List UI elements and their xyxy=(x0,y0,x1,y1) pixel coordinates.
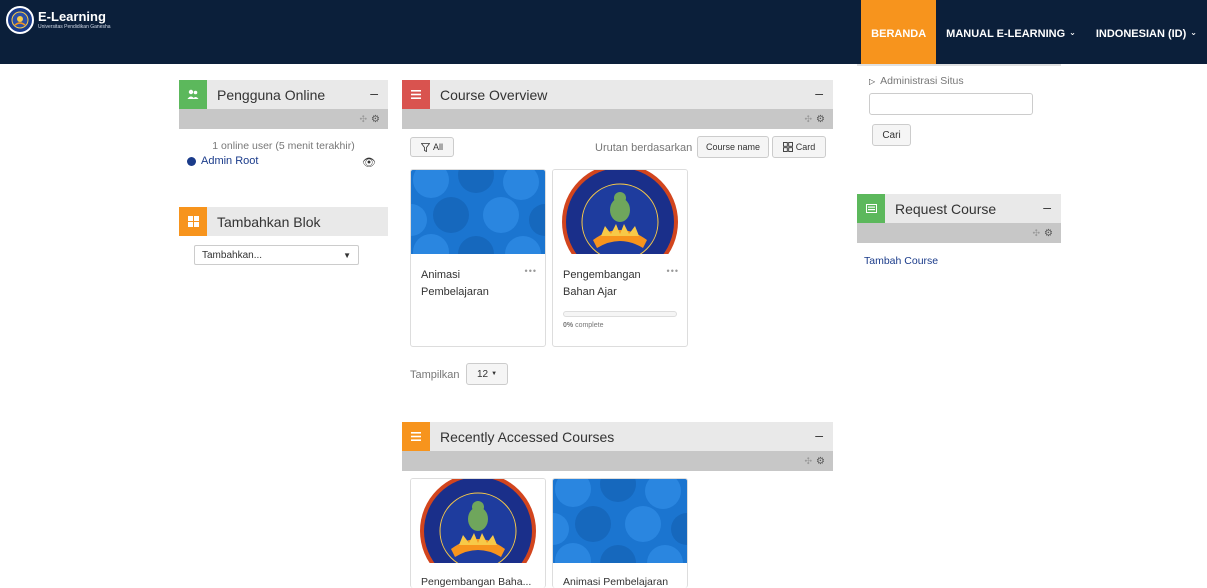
course-card[interactable]: ••• Animasi Pembelajaran xyxy=(410,169,546,347)
recent-courses-block: Recently Accessed Courses – ✣ ⚙ xyxy=(402,422,833,471)
brand[interactable]: E-Learning Universitas Pendidikan Ganesh… xyxy=(0,0,111,40)
nav-manual[interactable]: MANUAL E-LEARNING ⌄ xyxy=(936,0,1086,64)
block-controls: ✣ ⚙ xyxy=(402,109,833,129)
more-options-icon[interactable]: ••• xyxy=(667,263,679,280)
add-block-select-value: Tambahkan... xyxy=(202,249,263,261)
online-summary: 1 online user (5 menit terakhir) xyxy=(212,140,355,152)
sort-label: Urutan berdasarkan xyxy=(595,142,693,154)
chevron-down-icon: ⌄ xyxy=(1190,28,1197,37)
minimize-icon[interactable]: – xyxy=(1043,199,1051,215)
block-title: Pengguna Online xyxy=(217,86,326,103)
caret-down-icon: ▼ xyxy=(491,371,498,377)
filter-icon xyxy=(420,142,430,152)
course-name-line2: Bahan Ajar xyxy=(563,286,617,298)
minimize-icon[interactable]: – xyxy=(815,85,823,101)
add-block-block: Tambahkan Blok Tambahkan... ▼ xyxy=(179,207,388,265)
online-users-block: Pengguna Online – ✣ ⚙ 1 online user (5 m… xyxy=(179,80,388,169)
move-icon[interactable]: ✣ xyxy=(1032,228,1040,239)
add-course-link[interactable]: Tambah Course xyxy=(864,255,938,267)
course-name: Pengembangan Baha... xyxy=(421,576,532,588)
gear-icon[interactable]: ⚙ xyxy=(816,114,825,125)
recent-course-card[interactable]: Pengembangan Baha... xyxy=(410,478,546,588)
admin-site-label: Administrasi Situs xyxy=(880,75,964,87)
admin-block-edge xyxy=(857,64,1061,66)
brand-title: E-Learning xyxy=(38,9,106,24)
show-count-dropdown[interactable]: 12 ▼ xyxy=(466,363,508,385)
sort-course-name-button[interactable]: Course name xyxy=(697,136,769,158)
caret-down-icon: ▼ xyxy=(343,250,351,260)
course-name-line1: Animasi xyxy=(421,269,461,281)
course-overview-block: Course Overview – ✣ ⚙ xyxy=(402,80,833,129)
move-icon[interactable]: ✣ xyxy=(359,114,367,125)
block-title: Course Overview xyxy=(440,86,548,103)
move-icon[interactable]: ✣ xyxy=(804,114,812,125)
progress-value: 0% xyxy=(563,322,574,329)
block-title: Recently Accessed Courses xyxy=(440,428,615,445)
gear-icon[interactable]: ⚙ xyxy=(816,456,825,467)
more-options-icon[interactable]: ••• xyxy=(525,263,537,280)
course-image-blue-pattern xyxy=(553,479,687,581)
users-icon xyxy=(179,80,207,109)
university-seal-image xyxy=(553,170,687,280)
filter-button[interactable]: All xyxy=(410,137,454,157)
university-logo-icon xyxy=(6,6,34,34)
view-card-button[interactable]: Card xyxy=(772,136,826,158)
list-icon xyxy=(402,422,430,451)
nav-home[interactable]: BERANDA xyxy=(861,0,937,64)
sort-button-label: Course name xyxy=(705,142,761,152)
eye-icon[interactable]: 👁 xyxy=(362,156,376,169)
progress-text: 0% complete xyxy=(563,317,677,334)
grid-icon xyxy=(179,207,207,236)
grid-view-icon xyxy=(782,142,793,152)
brand-subtitle: Universitas Pendidikan Ganesha xyxy=(38,24,111,30)
add-block-select[interactable]: Tambahkan... ▼ xyxy=(194,245,359,265)
top-navbar: E-Learning Universitas Pendidikan Ganesh… xyxy=(0,0,1207,64)
chevron-down-icon: ⌄ xyxy=(1069,28,1076,37)
minimize-icon[interactable]: – xyxy=(370,85,378,101)
gear-icon[interactable]: ⚙ xyxy=(1044,228,1053,239)
move-icon[interactable]: ✣ xyxy=(804,456,812,467)
show-count-value: 12 xyxy=(476,368,489,380)
block-title: Tambahkan Blok xyxy=(217,213,321,230)
course-card[interactable]: ••• Pengembangan Bahan Ajar 0% complete xyxy=(552,169,688,347)
progress-suffix: complete xyxy=(573,322,604,329)
block-controls: ✣ ⚙ xyxy=(857,223,1061,243)
minimize-icon[interactable]: – xyxy=(815,427,823,443)
online-user-link[interactable]: Admin Root xyxy=(201,155,258,167)
course-name: Animasi Pembelajaran xyxy=(563,576,669,588)
nav-language[interactable]: INDONESIAN (ID) ⌄ xyxy=(1086,0,1207,64)
course-name-line2: Pembelajaran xyxy=(421,286,489,298)
block-controls: ✣ ⚙ xyxy=(179,109,388,129)
filter-button-label: All xyxy=(432,142,443,152)
nav-manual-label: MANUAL E-LEARNING xyxy=(946,28,1066,40)
request-course-block: Request Course – ✣ ⚙ Tambah Course xyxy=(857,194,1061,267)
show-label: Tampilkan xyxy=(410,369,460,381)
admin-site-link[interactable]: ▷ Administrasi Situs xyxy=(869,75,964,87)
admin-search-button-label: Cari xyxy=(882,129,901,141)
list-icon xyxy=(402,80,430,109)
recent-course-card[interactable]: Animasi Pembelajaran xyxy=(552,478,688,588)
triangle-right-icon: ▷ xyxy=(869,76,876,86)
course-name-line1: Pengembangan xyxy=(563,269,641,281)
nav-language-label: INDONESIAN (ID) xyxy=(1095,28,1187,40)
course-image-blue-pattern xyxy=(411,170,545,272)
block-controls: ✣ ⚙ xyxy=(402,451,833,471)
nav-home-label: BERANDA xyxy=(871,28,927,40)
gear-icon[interactable]: ⚙ xyxy=(371,114,380,125)
admin-search-input[interactable] xyxy=(869,93,1033,115)
form-icon xyxy=(857,194,885,223)
user-avatar-icon xyxy=(187,156,196,166)
view-button-label: Card xyxy=(795,142,816,152)
block-title: Request Course xyxy=(895,200,997,217)
university-seal-image xyxy=(411,479,545,588)
admin-search-button[interactable]: Cari xyxy=(872,124,911,146)
